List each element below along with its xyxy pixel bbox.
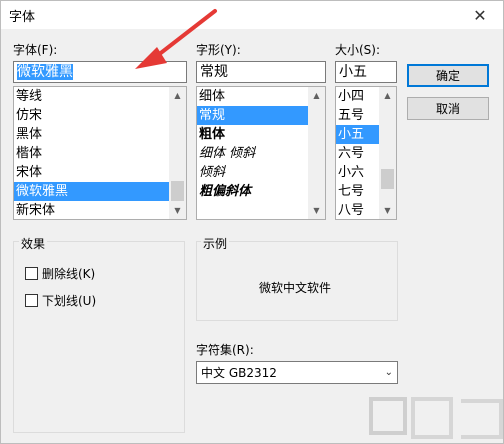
ok-button[interactable]: 确定 [407,64,489,87]
chevron-down-icon[interactable]: ▼ [169,202,186,219]
chevron-down-icon[interactable]: ▼ [308,202,325,219]
charset-label: 字符集(R): [196,343,254,357]
font-list-item[interactable]: 等线 [14,87,186,106]
style-list[interactable]: 细体 常规 粗体 细体 倾斜 倾斜 粗偏斜体 ▲ ▼ [196,86,326,220]
scroll-thumb[interactable] [171,181,184,201]
font-list-item[interactable]: 仿宋 [14,106,186,125]
font-list-items: 等线 仿宋 黑体 楷体 宋体 微软雅黑 新宋体 [14,87,186,219]
style-list-item[interactable]: 细体 [197,87,325,106]
scroll-thumb[interactable] [381,169,394,189]
size-list-scrollbar[interactable]: ▲ ▼ [379,87,396,219]
font-label: 字体(F): [13,43,58,57]
sample-title: 示例 [201,235,230,252]
style-list-item[interactable]: 常规 [197,106,325,125]
style-list-item[interactable]: 粗体 [197,125,325,144]
underline-label: 下划线(U) [42,294,97,308]
font-list-item[interactable]: 楷体 [14,144,186,163]
font-list-item[interactable]: 宋体 [14,163,186,182]
sample-text: 微软中文软件 [259,281,332,295]
size-input-value: 小五 [339,64,367,80]
size-input[interactable]: 小五 [335,61,397,83]
font-list-item[interactable]: 黑体 [14,125,186,144]
font-dialog: 字体 ✕ 字体(F): 微软雅黑 等线 仿宋 黑体 楷体 宋体 微软雅黑 新宋体 ▲ ▼ 字… [0,0,504,444]
chevron-down-icon[interactable]: ⌄ [385,367,393,378]
cancel-button[interactable]: 取消 [407,97,489,120]
style-list-item[interactable]: 细体 倾斜 [197,144,325,163]
size-list[interactable]: 小四 五号 小五 六号 小六 七号 八号 ▲ ▼ [335,86,397,220]
chevron-down-icon[interactable]: ▼ [379,202,396,219]
title-bar: 字体 ✕ [1,1,503,29]
checkbox-box[interactable] [25,267,38,280]
strikeout-checkbox[interactable]: 删除线(K) [25,265,95,282]
style-list-scrollbar[interactable]: ▲ ▼ [308,87,325,219]
chevron-up-icon[interactable]: ▲ [308,87,325,104]
charset-select[interactable]: 中文 GB2312 ⌄ [196,361,398,384]
watermark-logo [369,397,503,439]
close-icon[interactable]: ✕ [457,1,503,29]
red-arrow-icon [135,9,217,69]
underline-checkbox[interactable]: 下划线(U) [25,292,96,309]
charset-value: 中文 GB2312 [201,366,277,380]
effects-title: 效果 [19,235,48,252]
font-list-item[interactable]: 新宋体 [14,201,186,219]
font-input-value: 微软雅黑 [17,64,73,80]
window-title: 字体 [9,10,36,25]
style-list-item[interactable]: 倾斜 [197,163,325,182]
style-list-item[interactable]: 粗偏斜体 [197,182,325,201]
checkbox-box[interactable] [25,294,38,307]
size-label: 大小(S): [335,43,381,57]
strikeout-label: 删除线(K) [42,267,96,281]
font-list[interactable]: 等线 仿宋 黑体 楷体 宋体 微软雅黑 新宋体 ▲ ▼ [13,86,187,220]
font-list-item[interactable]: 微软雅黑 [14,182,186,201]
font-list-scrollbar[interactable]: ▲ ▼ [169,87,186,219]
chevron-up-icon[interactable]: ▲ [379,87,396,104]
style-list-items: 细体 常规 粗体 细体 倾斜 倾斜 粗偏斜体 [197,87,325,201]
chevron-up-icon[interactable]: ▲ [169,87,186,104]
